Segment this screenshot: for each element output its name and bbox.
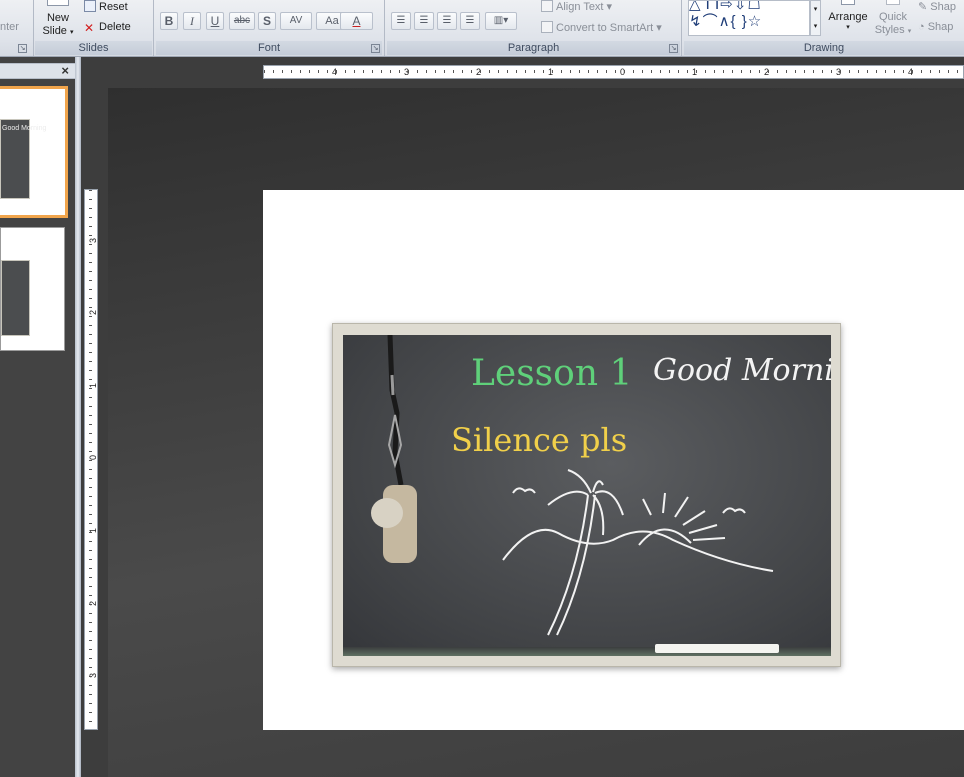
gallery-scroll-down-icon[interactable]: ▾ ▾ [810, 0, 821, 36]
chevron-down-icon: ▾ [70, 29, 74, 36]
font-group: B I U abc S AV Aa A Font ↘ [156, 0, 382, 57]
reset-button[interactable]: Reset [84, 0, 128, 13]
shape-outline-label: Shap [927, 21, 954, 33]
arrange-icon [841, 0, 855, 5]
slides-dialog-launcher-icon[interactable]: ↘ [18, 44, 27, 53]
ruler-ticks [264, 70, 963, 73]
new-slide-label-2: Slide [42, 25, 67, 37]
align-text-button[interactable]: Align Text ▾ [541, 0, 612, 13]
align-left-icon[interactable]: ☰ [391, 12, 411, 30]
quick-styles-label: Quick [878, 11, 908, 23]
chalk-lesson-text: Lesson 1 [471, 353, 633, 394]
quick-styles-button[interactable]: Quick Styles ▾ [872, 0, 914, 40]
ribbon-divider [153, 0, 154, 56]
horizontal-ruler: 4 3 2 1 0 1 2 3 4 [263, 65, 964, 79]
slides-group: nter ↘ New Slide ▾ Reset ✕ Delete Slides [0, 0, 152, 57]
shapes-row-2: ↯⌒∧{ }☆ [689, 13, 763, 30]
ruler-ticks [89, 190, 92, 729]
ribbon-divider [384, 0, 385, 56]
shapes-gallery[interactable]: △⅂⅂⇨⇩☖ ↯⌒∧{ }☆ [688, 0, 810, 36]
columns-icon[interactable]: ▥▾ [485, 12, 517, 30]
slides-thumbnail-pane: × Good Morning [0, 57, 75, 777]
thumbnail-snippet: Good Morning [2, 125, 47, 132]
slide-thumbnail-2[interactable] [0, 227, 65, 351]
ribbon-divider [33, 0, 34, 56]
vertical-ruler: 3 2 1 0 1 2 3 [84, 189, 98, 730]
whistle-icon [371, 335, 417, 563]
pane-header: × [0, 63, 75, 79]
convert-smartart-label: Convert to SmartArt [556, 22, 654, 34]
paragraph-group: ☰ ☰ ☰ ☰ ▥▾ Align Text ▾ Convert to Smart… [387, 0, 680, 57]
text-shadow-button[interactable]: S [258, 12, 276, 30]
italic-button[interactable]: I [183, 12, 201, 30]
delete-icon: ✕ [84, 21, 95, 35]
partial-layout-label[interactable]: nter [0, 21, 19, 33]
delete-button[interactable]: ✕ Delete [84, 21, 131, 34]
shape-fill-icon: ✎ [918, 1, 928, 13]
smartart-icon [541, 21, 553, 33]
font-dialog-launcher-icon[interactable]: ↘ [371, 44, 380, 53]
convert-smartart-button[interactable]: Convert to SmartArt ▾ [541, 21, 662, 34]
character-spacing-button[interactable]: AV [280, 12, 312, 30]
chevron-down-icon: ▾ [846, 24, 850, 31]
palm-tree-drawing [502, 469, 774, 636]
reset-icon [84, 0, 96, 12]
shape-fill-label: Shap [930, 1, 956, 13]
delete-label: Delete [99, 21, 131, 33]
shape-fill-button[interactable]: ✎ Shap [918, 0, 956, 13]
font-group-label: Font [156, 41, 382, 55]
paragraph-group-label: Paragraph [387, 41, 680, 55]
close-icon[interactable]: × [61, 64, 69, 78]
align-text-icon [541, 0, 553, 12]
drawing-group-label: Drawing [684, 41, 964, 55]
drawing-group: △⅂⅂⇨⇩☖ ↯⌒∧{ }☆ ▾ ▾ Arrange ▾ Quick Styles… [684, 0, 964, 57]
quick-styles-icon [886, 0, 900, 5]
chevron-down-icon: ▾ [907, 28, 912, 35]
arrange-button[interactable]: Arrange ▾ [826, 0, 870, 40]
shape-outline-icon: ◔ [918, 21, 925, 33]
chalk-greeting-text: Good Morning [653, 353, 831, 388]
new-slide-label: New [46, 12, 69, 24]
justify-icon[interactable]: ☰ [460, 12, 480, 30]
underline-button[interactable]: U [206, 12, 224, 30]
chalk-eraser [655, 644, 779, 653]
align-text-label: Align Text [556, 1, 604, 13]
new-slide-button[interactable]: New Slide ▾ [37, 0, 79, 40]
chalkboard: Lesson 1 Good Morning Silence pls [343, 335, 831, 656]
thumbnail-picture [1, 260, 30, 336]
shapes-row-1: △⅂⅂⇨⇩☖ [689, 0, 762, 13]
font-color-button[interactable]: A [340, 12, 373, 30]
chalkboard-picture[interactable]: Lesson 1 Good Morning Silence pls [332, 323, 841, 667]
shape-outline-button[interactable]: ◔ Shap [918, 21, 953, 33]
align-center-icon[interactable]: ☰ [414, 12, 434, 30]
arrange-label: Arrange [828, 11, 868, 23]
slides-group-label: Slides [35, 41, 152, 55]
quick-styles-label-2: Styles [874, 24, 905, 36]
chalk-silence-text: Silence pls [451, 421, 628, 459]
align-right-icon[interactable]: ☰ [437, 12, 457, 30]
paragraph-dialog-launcher-icon[interactable]: ↘ [669, 44, 678, 53]
slide-thumbnail-1[interactable]: Good Morning [0, 86, 68, 218]
ribbon-divider [681, 0, 682, 56]
bold-button[interactable]: B [160, 12, 178, 30]
ribbon: nter ↘ New Slide ▾ Reset ✕ Delete Slides … [0, 0, 964, 57]
reset-label: Reset [99, 1, 128, 13]
strikethrough-button[interactable]: abc [229, 12, 255, 30]
new-slide-icon [47, 0, 69, 6]
